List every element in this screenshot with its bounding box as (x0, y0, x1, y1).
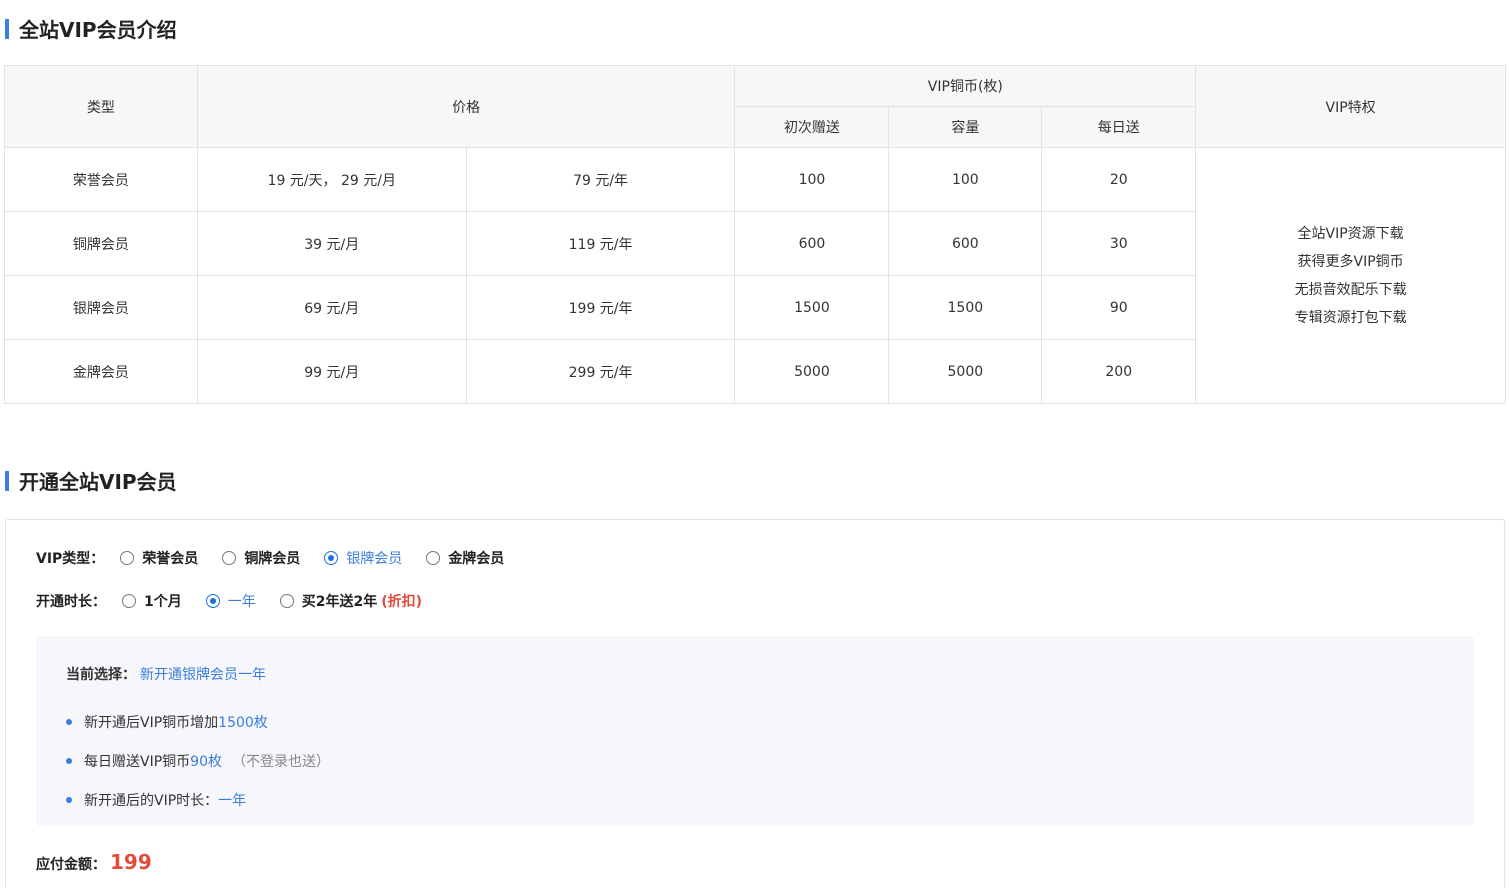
selection-summary: 当前选择： 新开通银牌会员一年 新开通后VIP铜币增加 1500枚 每日赠送VIP铜… (36, 636, 1474, 826)
header-first-gift: 初次赠送 (734, 106, 890, 148)
radio-icon[interactable] (120, 551, 135, 565)
header-capacity: 容量 (888, 106, 1043, 148)
cell-daily: 90 (1041, 275, 1197, 340)
header-coins: VIP铜币(枚) (734, 65, 1197, 107)
cell-daily: 30 (1041, 211, 1197, 276)
section-title-purchase: 开通全站VIP会员 (5, 466, 177, 495)
purchase-panel: VIP类型： 荣誉会员 铜牌会员 银牌会员 金牌会员 开通时长： 1个月 一年 (5, 519, 1505, 888)
vip-type-label: VIP类型： (36, 551, 105, 567)
cell-price-b: 119 元/年 (465, 211, 736, 276)
cell-price-a: 99 元/月 (196, 339, 467, 404)
vip-type-option-gold[interactable]: 金牌会员 (426, 548, 504, 568)
cell-price-b: 199 元/年 (465, 275, 736, 340)
cell-type: 铜牌会员 (4, 211, 198, 276)
radio-icon[interactable] (122, 594, 136, 608)
cell-type: 银牌会员 (4, 275, 198, 340)
bullet-icon (66, 718, 72, 725)
cell-first: 600 (734, 211, 890, 276)
cell-price-a: 39 元/月 (196, 211, 467, 276)
cell-price-b: 79 元/年 (465, 147, 736, 212)
current-selection-value: 新开通银牌会员一年 (140, 667, 266, 683)
vip-type-row: VIP类型： 荣誉会员 铜牌会员 银牌会员 金牌会员 (36, 548, 518, 568)
payment-label: 应付金额： (36, 857, 106, 873)
vip-type-option-silver[interactable]: 银牌会员 (324, 548, 402, 568)
cell-daily: 20 (1041, 147, 1197, 212)
vip-table: 类型 价格 VIP铜币(枚) VIP特权 初次赠送 容量 每日送 荣誉会员 19… (4, 65, 1506, 404)
privilege-item: 获得更多VIP铜币 (1297, 253, 1404, 270)
vip-type-option-bronze[interactable]: 铜牌会员 (222, 548, 300, 568)
title-accent-bar (5, 18, 9, 39)
title-accent-bar (5, 470, 9, 491)
duration-option-1year[interactable]: 一年 (205, 591, 256, 611)
radio-icon[interactable] (222, 551, 237, 565)
payment-value: 199 (110, 850, 152, 874)
cell-price-a: 69 元/月 (196, 275, 467, 340)
list-item: 每日赠送VIP铜币 90枚 （不登录也送） (66, 741, 330, 780)
radio-checked-icon[interactable] (324, 551, 339, 565)
payment-amount: 应付金额： 199 (36, 850, 152, 874)
discount-tag: (折扣) (381, 594, 423, 610)
cell-daily: 200 (1041, 339, 1197, 404)
cell-first: 100 (734, 147, 890, 212)
duration-option-buy2get2[interactable]: 买2年送2年 (折扣) (279, 591, 423, 611)
cell-first: 5000 (734, 339, 890, 404)
radio-icon[interactable] (426, 551, 441, 565)
cell-capacity: 5000 (888, 339, 1043, 404)
bullet-icon (66, 796, 72, 803)
cell-type: 荣誉会员 (4, 147, 198, 212)
vip-type-option-honor[interactable]: 荣誉会员 (120, 548, 198, 568)
header-type: 类型 (4, 65, 198, 148)
cell-capacity: 1500 (888, 275, 1043, 340)
summary-list: 新开通后VIP铜币增加 1500枚 每日赠送VIP铜币 90枚 （不登录也送） 新开通… (66, 702, 330, 819)
current-selection: 当前选择： 新开通银牌会员一年 (66, 664, 266, 684)
duration-option-1month[interactable]: 1个月 (122, 591, 182, 611)
table-row: 荣誉会员 19 元/天， 29 元/月 79 元/年 100 100 20 全站… (4, 147, 1506, 404)
radio-icon[interactable] (279, 594, 294, 608)
privilege-item: 无损音效配乐下载 (1294, 281, 1407, 298)
cell-price-b: 299 元/年 (465, 339, 736, 404)
cell-privileges: 全站VIP资源下载 获得更多VIP铜币 无损音效配乐下载 专辑资源打包下载 (1195, 147, 1506, 404)
cell-first: 1500 (734, 275, 890, 340)
list-item: 新开通后的VIP时长： 一年 (66, 780, 330, 819)
radio-checked-icon[interactable] (205, 594, 220, 608)
duration-label: 开通时长： (36, 594, 106, 610)
cell-capacity: 100 (888, 147, 1043, 212)
cell-capacity: 600 (888, 211, 1043, 276)
privilege-item: 专辑资源打包下载 (1294, 309, 1407, 326)
header-daily: 每日送 (1041, 106, 1197, 148)
privilege-item: 全站VIP资源下载 (1297, 225, 1404, 242)
page-title: 全站VIP会员介绍 (19, 18, 177, 42)
bullet-icon (66, 757, 72, 764)
cell-price-a: 19 元/天， 29 元/月 (196, 147, 467, 212)
list-item: 新开通后VIP铜币增加 1500枚 (66, 702, 330, 741)
current-selection-label: 当前选择： (66, 667, 136, 683)
header-privileges: VIP特权 (1195, 65, 1506, 148)
section-title-intro: 全站VIP会员介绍 (5, 14, 177, 43)
header-price: 价格 (196, 65, 736, 148)
cell-type: 金牌会员 (4, 339, 198, 404)
purchase-title: 开通全站VIP会员 (19, 470, 177, 494)
duration-row: 开通时长： 1个月 一年 买2年送2年 (折扣) (36, 591, 436, 611)
